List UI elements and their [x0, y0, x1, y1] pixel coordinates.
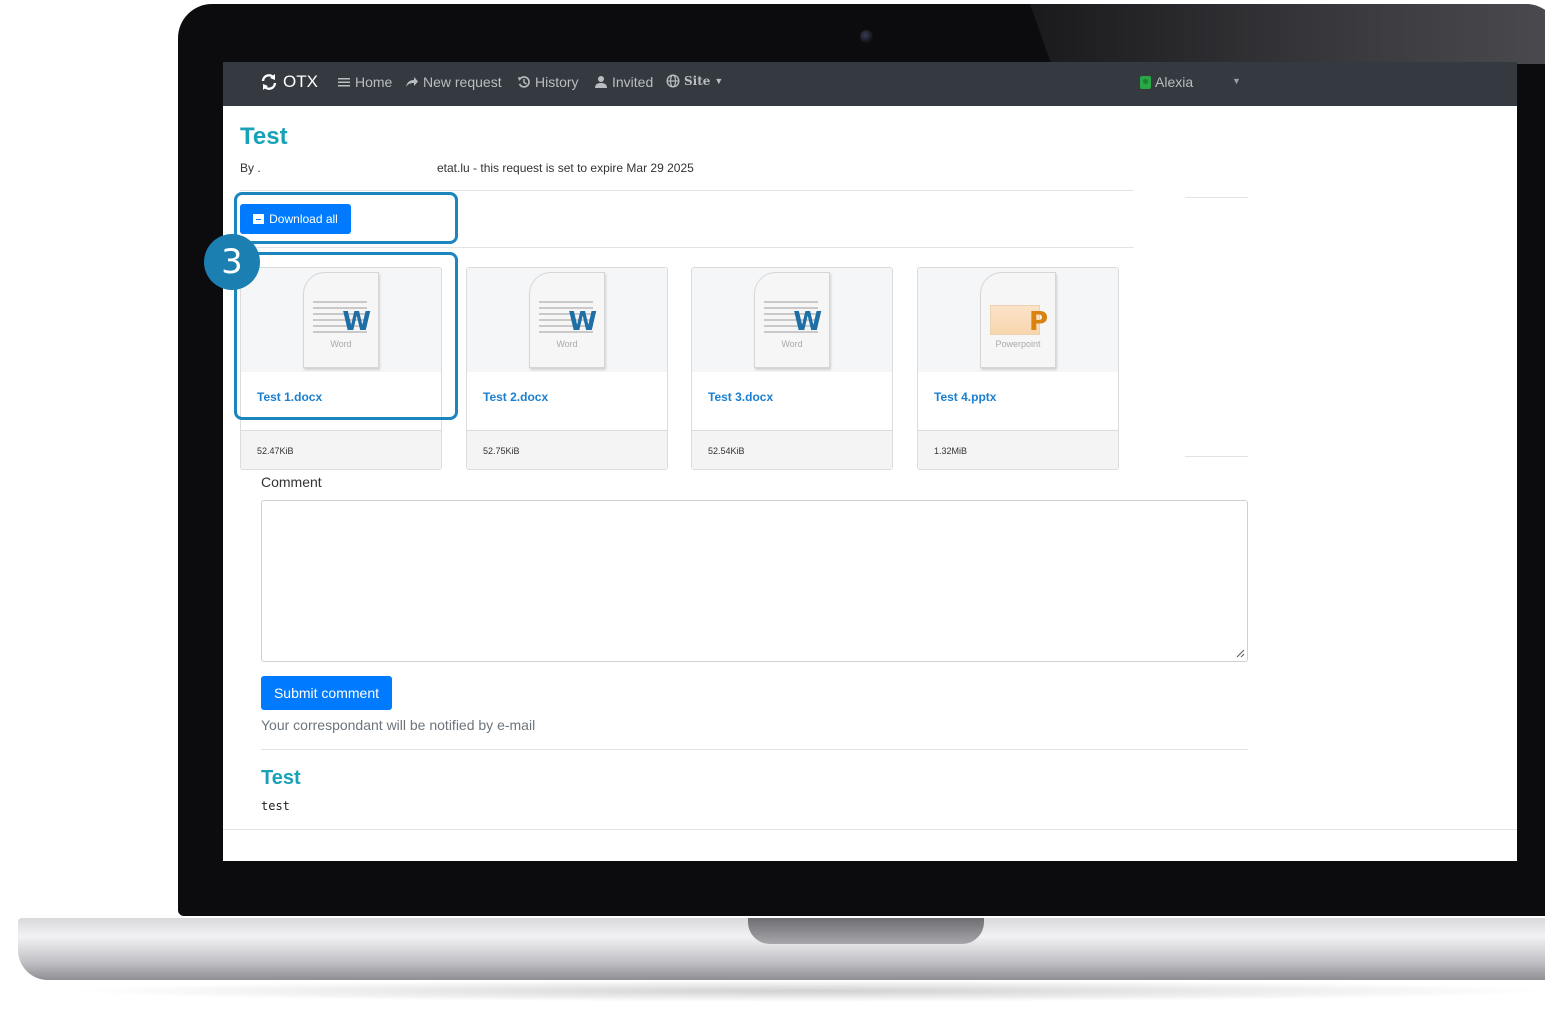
comment-textarea[interactable] [261, 500, 1248, 662]
nav-new-request-label: New request [423, 74, 502, 90]
doc-type-caption: Word [781, 339, 803, 349]
globe-icon [666, 74, 680, 88]
user-chevron-down-icon[interactable]: ▼ [1232, 76, 1241, 86]
file-card[interactable]: W Word Test 2.docx 52.75KiB [466, 267, 668, 470]
file-size: 1.32MiB [934, 446, 968, 456]
nav-invited-label: Invited [612, 74, 654, 90]
nav-site-dropdown[interactable]: Site ▼ [666, 74, 723, 88]
comment-title: Test [261, 767, 301, 789]
share-arrow-icon [406, 77, 418, 87]
lid-reflection [1030, 4, 1545, 64]
file-card[interactable]: P Powerpoint Test 4.pptx 1.32MiB [917, 267, 1119, 470]
callout-highlight-file [234, 252, 458, 420]
doc-type-caption: Powerpoint [995, 339, 1041, 349]
resize-grip-icon[interactable] [1235, 648, 1245, 658]
doc-letter: W [793, 307, 822, 337]
divider [261, 749, 1248, 750]
nav-history[interactable]: History [517, 74, 579, 90]
file-card-footer: 52.54KiB [692, 430, 892, 469]
notification-notice: Your correspondant will be notified by e… [261, 717, 536, 733]
user-name: Alexia [1155, 74, 1194, 90]
file-size: 52.47KiB [257, 446, 294, 456]
step-number-badge: 3 [204, 234, 260, 290]
file-size: 52.54KiB [708, 446, 745, 456]
user-icon [595, 76, 607, 88]
file-thumbnail: W Word [692, 268, 892, 372]
file-card[interactable]: W Word Test 3.docx 52.54KiB [691, 267, 893, 470]
brand[interactable]: OTX [260, 72, 318, 92]
word-doc-icon: W Word [754, 272, 830, 368]
doc-letter: W [568, 307, 597, 337]
nav-home-label: Home [355, 74, 393, 90]
doc-letter: P [1028, 307, 1048, 337]
divider [240, 247, 1134, 248]
footer-divider [223, 829, 1517, 830]
file-card-footer: 52.75KiB [467, 430, 667, 469]
user-menu[interactable]: Alexia [1140, 74, 1193, 90]
nav-new-request[interactable]: New request [405, 74, 502, 90]
file-size: 52.75KiB [483, 446, 520, 456]
powerpoint-doc-icon: P Powerpoint [980, 272, 1056, 368]
divider [240, 190, 1134, 191]
file-thumbnail: W Word [467, 268, 667, 372]
sync-icon [261, 74, 277, 90]
submit-comment-button[interactable]: Submit comment [261, 676, 392, 710]
stage: OTX Home New request History Invited Sit… [0, 0, 1545, 1026]
laptop-shadow [60, 980, 1545, 1002]
file-thumbnail: P Powerpoint [918, 268, 1118, 372]
screen: OTX Home New request History Invited Sit… [223, 62, 1517, 861]
file-card-footer: 52.47KiB [241, 430, 441, 469]
chevron-down-icon: ▼ [714, 76, 724, 86]
nav-history-label: History [535, 74, 579, 90]
nav-invited[interactable]: Invited [594, 74, 653, 90]
navbar: OTX Home New request History Invited Sit… [223, 62, 1517, 106]
brand-label: OTX [283, 72, 318, 91]
doc-type-caption: Word [556, 339, 578, 349]
file-name-link[interactable]: Test 3.docx [708, 390, 773, 404]
comment-body: test [261, 799, 290, 813]
divider [1185, 197, 1248, 198]
nav-home[interactable]: Home [337, 74, 392, 90]
laptop-notch [748, 918, 984, 944]
divider [1185, 456, 1248, 457]
user-badge-icon [1140, 75, 1151, 89]
file-name-link[interactable]: Test 2.docx [483, 390, 548, 404]
callout-highlight-download [234, 192, 458, 244]
word-doc-icon: W Word [529, 272, 605, 368]
byline-prefix: By . [240, 161, 261, 175]
byline-expiry: etat.lu - this request is set to expire … [437, 161, 694, 175]
request-title: Test [240, 123, 288, 150]
comment-label: Comment [261, 474, 322, 490]
menu-icon [338, 78, 350, 87]
camera-icon [860, 30, 873, 43]
file-name-link[interactable]: Test 4.pptx [934, 390, 996, 404]
nav-site-label: Site [684, 74, 711, 88]
history-icon [518, 76, 530, 88]
file-card-footer: 1.32MiB [918, 430, 1118, 469]
